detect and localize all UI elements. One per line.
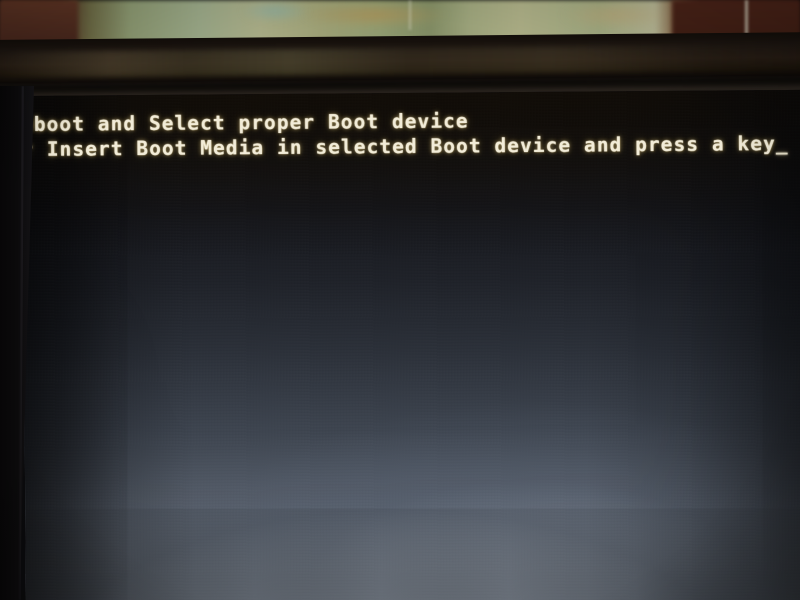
poster-detail-ochre (560, 0, 670, 30)
bios-message-line-2: or Insert Boot Media in selected Boot de… (22, 132, 776, 162)
monitor-photograph: Reboot and Select proper Boot device or … (0, 0, 800, 600)
screen-vignette (22, 90, 800, 600)
bios-error-message: Reboot and Select proper Boot device or … (22, 106, 800, 162)
poster-detail-tan (300, 2, 450, 28)
monitor-screen: Reboot and Select proper Boot device or … (22, 89, 800, 600)
text-cursor: _ (775, 131, 789, 156)
poster-highlight-left (408, 0, 412, 30)
